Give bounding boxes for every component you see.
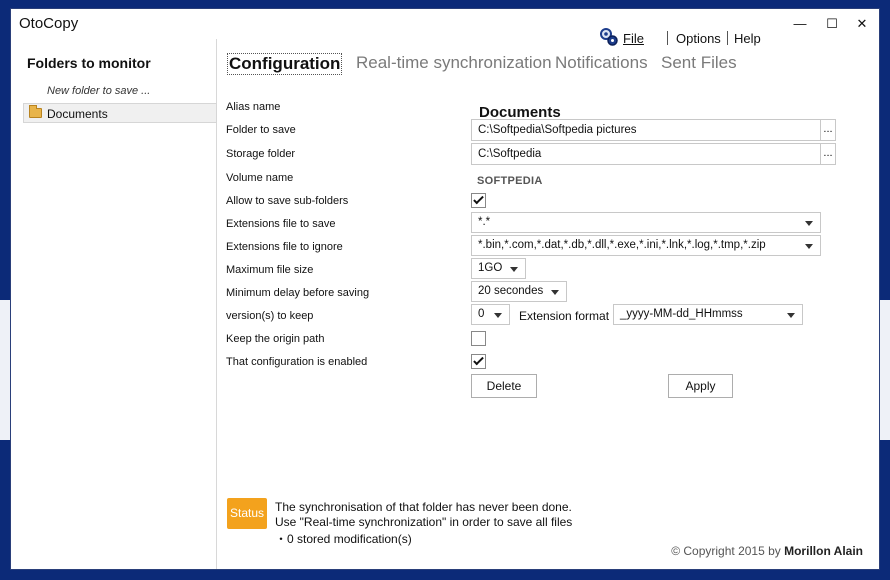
tab-realtime-sync[interactable]: Real-time synchronization	[356, 53, 552, 73]
min-delay-label: Minimum delay before saving	[226, 287, 370, 299]
chevron-down-icon	[494, 313, 502, 318]
copyright: © Copyright 2015 by Morillon Alain	[671, 544, 863, 558]
status-line-2: Use "Real-time synchronization" in order…	[275, 515, 573, 529]
sidebar: Folders to monitor New folder to save ..…	[11, 39, 217, 569]
origin-checkbox[interactable]	[471, 331, 486, 346]
menu-options[interactable]: Options	[676, 31, 721, 46]
chevron-down-icon	[805, 244, 813, 249]
folder-browse-button[interactable]: ...	[820, 119, 836, 141]
max-size-label: Maximum file size	[226, 264, 314, 276]
sidebar-item-documents[interactable]: Documents	[23, 103, 217, 123]
tab-notifications[interactable]: Notifications	[555, 53, 648, 73]
status-badge: Status	[227, 498, 267, 529]
ext-ignore-value: *.bin,*.com,*.dat,*.db,*.dll,*.exe,*.ini…	[478, 239, 766, 251]
storage-label: Storage folder	[226, 148, 296, 160]
tab-sent-files[interactable]: Sent Files	[661, 53, 737, 73]
folder-icon	[29, 105, 42, 118]
ext-save-select[interactable]: *.*	[471, 212, 821, 233]
chevron-down-icon	[805, 221, 813, 226]
enabled-label: That configuration is enabled	[226, 356, 368, 368]
apply-button[interactable]: Apply	[668, 374, 733, 398]
versions-select[interactable]: 0	[471, 304, 510, 325]
ext-ignore-select[interactable]: *.bin,*.com,*.dat,*.db,*.dll,*.exe,*.ini…	[471, 235, 821, 256]
checkmark-icon	[473, 193, 484, 205]
folder-label: Folder to save	[226, 124, 296, 136]
storage-folder-field[interactable]: C:\Softpedia	[471, 143, 821, 165]
origin-label: Keep the origin path	[226, 333, 325, 345]
alias-label: Alias name	[226, 101, 281, 113]
max-size-select[interactable]: 1GO	[471, 258, 526, 279]
subfolders-checkbox[interactable]	[471, 193, 486, 208]
sidebar-title: Folders to monitor	[27, 55, 151, 71]
versions-label: version(s) to keep	[226, 310, 314, 322]
menu-file[interactable]: File	[623, 31, 644, 46]
delete-button[interactable]: Delete	[471, 374, 537, 398]
volume-label: Volume name	[226, 172, 294, 184]
copyright-prefix: © Copyright 2015 by	[671, 544, 785, 558]
copyright-author: Morillon Alain	[784, 544, 863, 558]
chevron-down-icon	[787, 313, 795, 318]
sidebar-item-label: Documents	[47, 107, 108, 121]
checkmark-icon	[473, 354, 484, 366]
ext-save-value: *.*	[478, 216, 491, 228]
menu-separator	[667, 31, 668, 45]
enabled-checkbox[interactable]	[471, 354, 486, 369]
ext-save-label: Extensions file to save	[226, 218, 336, 230]
subfolders-label: Allow to save sub-folders	[226, 195, 349, 207]
new-folder-link[interactable]: New folder to save ...	[47, 85, 150, 97]
volume-value: SOFTPEDIA	[477, 175, 543, 187]
ext-format-value: _yyyy-MM-dd_HHmmss	[620, 308, 743, 320]
app-window: OtoCopy — ☐ ✕ File Options Help Folders …	[10, 8, 880, 570]
tab-configuration[interactable]: Configuration	[227, 53, 343, 75]
status-line-1: The synchronisation of that folder has n…	[275, 500, 572, 514]
status-line-3: ・0 stored modification(s)	[275, 532, 412, 546]
menu-separator	[727, 31, 728, 45]
versions-value: 0	[478, 308, 485, 320]
storage-browse-button[interactable]: ...	[820, 143, 836, 165]
menu-help[interactable]: Help	[734, 31, 761, 46]
folder-to-save-field[interactable]: C:\Softpedia\Softpedia pictures	[471, 119, 821, 141]
min-delay-select[interactable]: 20 secondes	[471, 281, 567, 302]
ext-format-label: Extension format	[519, 309, 610, 323]
configuration-panel: Alias name Documents Folder to save C:\S…	[217, 87, 879, 487]
min-delay-value: 20 secondes	[478, 285, 544, 297]
ext-format-select[interactable]: _yyyy-MM-dd_HHmmss	[613, 304, 803, 325]
max-size-value: 1GO	[478, 262, 503, 274]
ext-ignore-label: Extensions file to ignore	[226, 241, 343, 253]
chevron-down-icon	[551, 290, 559, 295]
chevron-down-icon	[510, 267, 518, 272]
